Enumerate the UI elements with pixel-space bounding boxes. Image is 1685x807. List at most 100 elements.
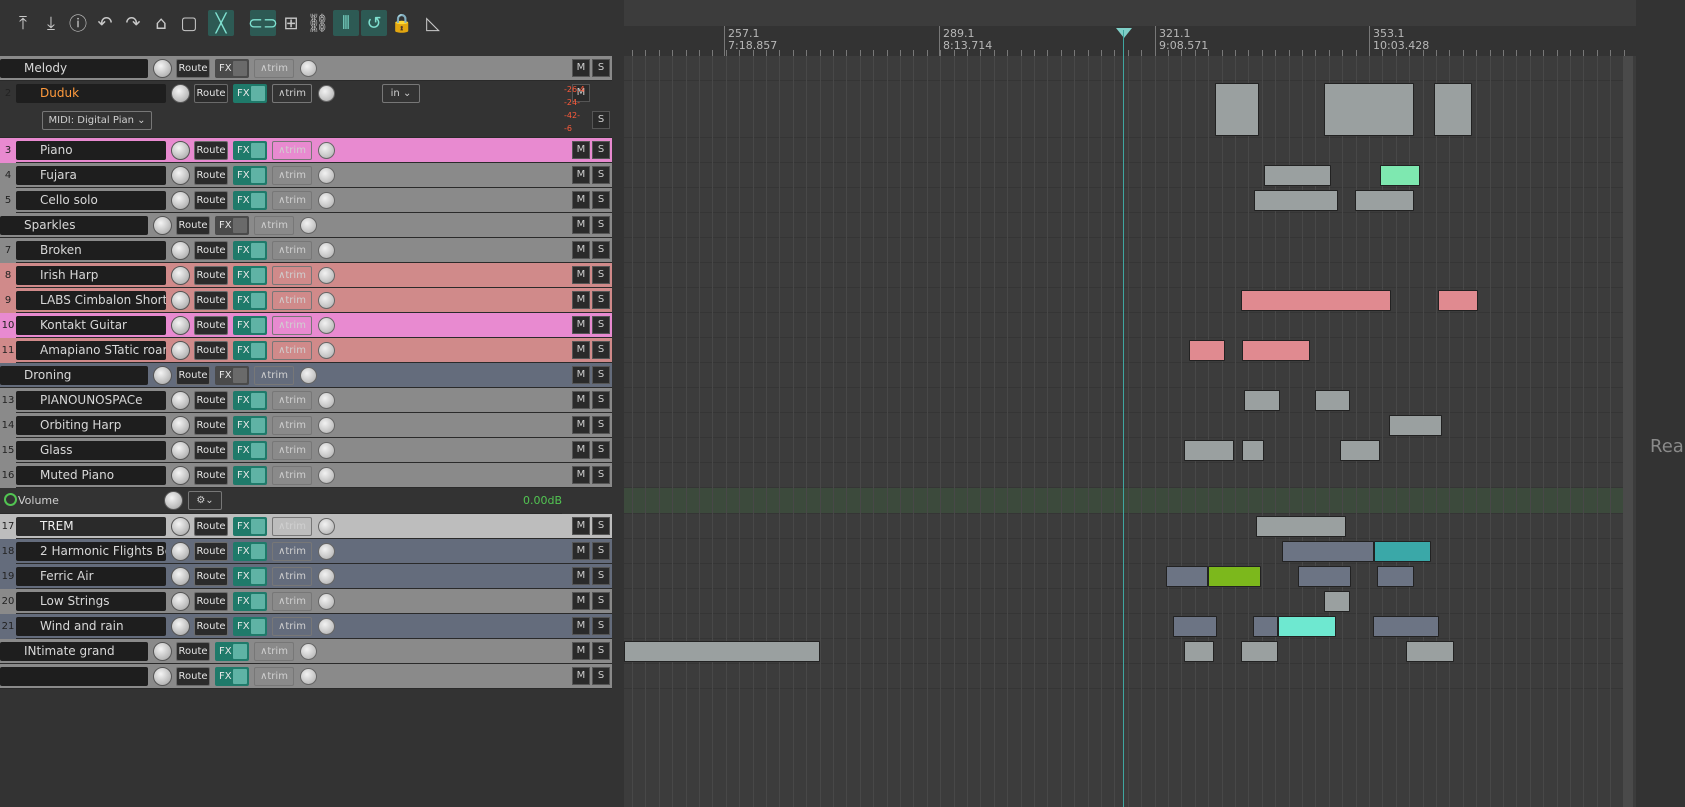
volume-knob[interactable]	[153, 642, 172, 661]
track-row[interactable]: Melody Route FX ∧trim M S	[0, 56, 612, 81]
solo-button[interactable]: S	[592, 391, 610, 409]
track-lane[interactable]	[624, 338, 1624, 363]
fx-button[interactable]: FX	[233, 266, 267, 285]
trim-button[interactable]: ∧trim	[272, 617, 312, 636]
volume-knob[interactable]	[171, 166, 190, 185]
media-item[interactable]	[1184, 440, 1234, 461]
track-name[interactable]: INtimate grand	[0, 642, 148, 661]
mute-button[interactable]: M	[572, 441, 590, 459]
fx-button[interactable]: FX	[233, 141, 267, 160]
route-button[interactable]: Route	[176, 216, 210, 235]
pan-knob[interactable]	[318, 417, 335, 434]
pan-knob[interactable]	[318, 167, 335, 184]
track-name[interactable]: Broken	[16, 241, 166, 260]
track-row[interactable]: 9 LABS Cimbalon Short Route FX ∧trim M S	[0, 288, 612, 313]
trim-button[interactable]: ∧trim	[272, 191, 312, 210]
track-row[interactable]: 2 Duduk Route FX ∧trim M S MIDI: Digital Pian ⌄…	[0, 81, 612, 138]
fx-bypass-icon[interactable]	[233, 368, 247, 383]
undo-icon[interactable]: ↶	[92, 10, 118, 36]
fx-bypass-icon[interactable]	[251, 293, 265, 308]
media-item[interactable]	[1315, 390, 1350, 411]
media-item[interactable]	[1244, 390, 1280, 411]
trim-button[interactable]: ∧trim	[254, 216, 294, 235]
track-lane[interactable]	[624, 263, 1624, 288]
pan-knob[interactable]	[300, 217, 317, 234]
track-lane[interactable]	[624, 463, 1624, 488]
redo-icon[interactable]: ↷	[120, 10, 146, 36]
fx-button[interactable]: FX	[215, 216, 249, 235]
media-item[interactable]	[1324, 83, 1414, 136]
trim-button[interactable]: ∧trim	[272, 166, 312, 185]
route-button[interactable]: Route	[176, 59, 210, 78]
media-item[interactable]	[1166, 566, 1208, 587]
envelope-knob[interactable]	[164, 491, 183, 510]
mute-button[interactable]: M	[572, 592, 590, 610]
pan-knob[interactable]	[318, 85, 335, 102]
solo-button[interactable]: S	[592, 291, 610, 309]
pan-knob[interactable]	[300, 367, 317, 384]
fx-bypass-icon[interactable]	[251, 243, 265, 258]
media-item[interactable]	[1242, 340, 1310, 361]
trim-button[interactable]: ∧trim	[272, 266, 312, 285]
track-lane[interactable]	[624, 539, 1624, 564]
track-row[interactable]: 182 Harmonic Flights Bowe Route FX ∧trim MS	[0, 539, 612, 564]
volume-knob[interactable]	[171, 141, 190, 160]
media-item[interactable]	[1377, 566, 1414, 587]
mute-button[interactable]: M	[572, 316, 590, 334]
trim-button[interactable]: ∧trim	[272, 416, 312, 435]
route-button[interactable]: Route	[194, 517, 228, 536]
mute-button[interactable]: M	[572, 341, 590, 359]
track-row[interactable]: 3 Piano Route FX ∧trim M S	[0, 138, 612, 163]
track-row[interactable]: INtimate grand Route FX ∧trim M S	[0, 639, 612, 664]
solo-button[interactable]: S	[592, 667, 610, 685]
fx-button[interactable]: FX	[233, 391, 267, 410]
media-item[interactable]	[1380, 165, 1420, 186]
solo-button[interactable]: S	[592, 111, 610, 129]
fx-bypass-icon[interactable]	[251, 86, 265, 101]
trim-button[interactable]: ∧trim	[272, 291, 312, 310]
track-name[interactable]	[0, 667, 148, 686]
pan-knob[interactable]	[318, 392, 335, 409]
media-item[interactable]	[1184, 641, 1214, 662]
render-icon[interactable]: ⤒	[10, 10, 36, 36]
track-name[interactable]: Duduk	[16, 84, 166, 103]
trim-button[interactable]: ∧trim	[254, 642, 294, 661]
media-item[interactable]	[1264, 165, 1331, 186]
fx-bypass-icon[interactable]	[251, 168, 265, 183]
mute-button[interactable]: M	[572, 266, 590, 284]
track-name[interactable]: Droning	[0, 366, 148, 385]
track-lane[interactable]	[624, 238, 1624, 263]
solo-button[interactable]: S	[592, 567, 610, 585]
track-name[interactable]: PIANOUNOSPACe	[16, 391, 166, 410]
mute-button[interactable]: M	[572, 241, 590, 259]
route-button[interactable]: Route	[194, 567, 228, 586]
fx-bypass-icon[interactable]	[251, 418, 265, 433]
envelope-settings-icon[interactable]: ⚙⌄	[188, 491, 222, 510]
volume-knob[interactable]	[153, 667, 172, 686]
media-item[interactable]	[1438, 290, 1478, 311]
track-name[interactable]: Muted Piano	[16, 466, 166, 485]
fx-bypass-icon[interactable]	[251, 619, 265, 634]
track-row[interactable]: 16 Muted Piano Route FX ∧trim M S	[0, 463, 612, 488]
lock-icon[interactable]: 🔒	[389, 10, 415, 36]
mute-button[interactable]: M	[572, 617, 590, 635]
pan-knob[interactable]	[300, 668, 317, 685]
fx-bypass-icon[interactable]	[251, 594, 265, 609]
fx-button[interactable]: FX	[215, 59, 249, 78]
fx-bypass-icon[interactable]	[251, 569, 265, 584]
fx-button[interactable]: FX	[233, 341, 267, 360]
playhead-marker[interactable]	[1116, 28, 1132, 38]
track-lane[interactable]	[624, 413, 1624, 438]
route-button[interactable]: Route	[194, 316, 228, 335]
media-item[interactable]	[1389, 415, 1442, 436]
marquee-icon[interactable]: ▢	[176, 10, 202, 36]
volume-knob[interactable]	[153, 59, 172, 78]
trim-button[interactable]: ∧trim	[254, 366, 294, 385]
solo-button[interactable]: S	[592, 416, 610, 434]
track-row[interactable]: Sparkles Route FX ∧trim M S	[0, 213, 612, 238]
fx-bypass-icon[interactable]	[251, 343, 265, 358]
solo-button[interactable]: S	[592, 59, 610, 77]
track-row[interactable]: 10 Kontakt Guitar Route FX ∧trim M S	[0, 313, 612, 338]
solo-button[interactable]: S	[592, 316, 610, 334]
solo-button[interactable]: S	[592, 466, 610, 484]
